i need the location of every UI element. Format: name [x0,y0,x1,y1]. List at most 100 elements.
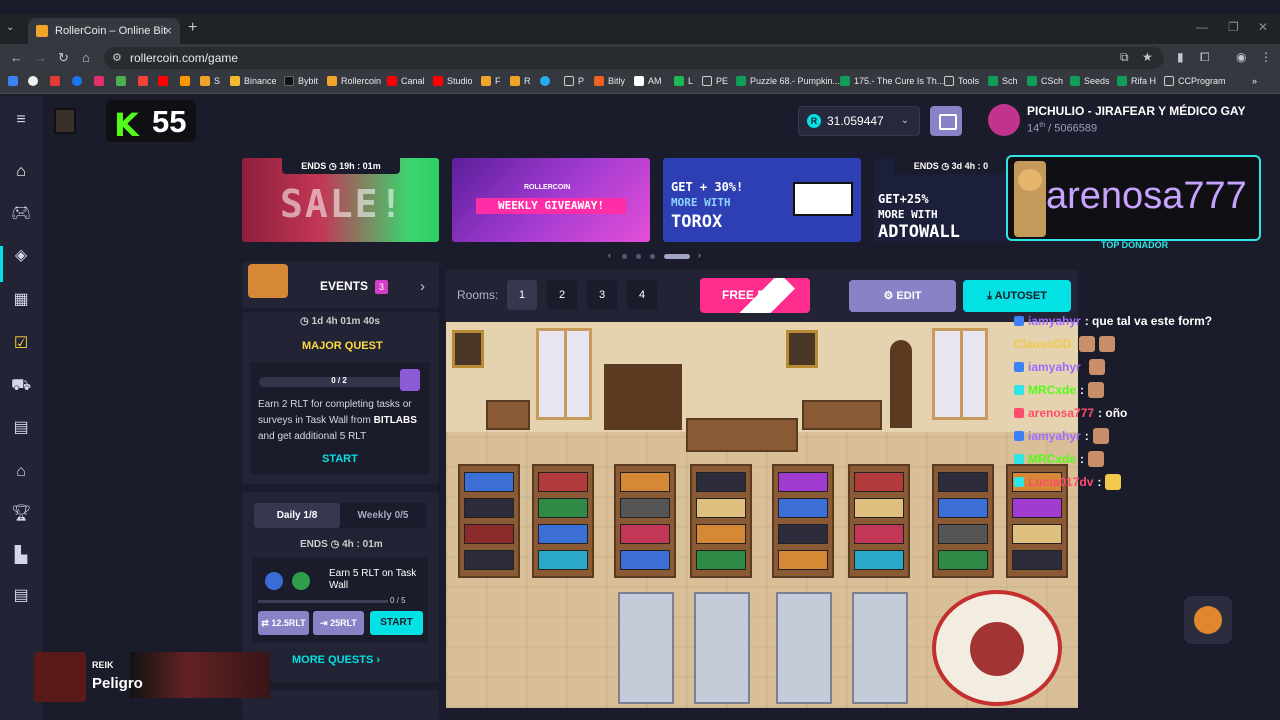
quest-start-button[interactable]: START [322,453,358,465]
miner-rack[interactable] [772,464,834,578]
bookmark-folder[interactable]: PE [702,76,728,86]
pager-dot[interactable] [650,254,655,259]
more-quests-link[interactable]: MORE QUESTS › [292,654,380,666]
room-4-button[interactable]: 4 [627,280,657,310]
giveaway-banner[interactable]: ROLLERCOIN WEEKLY GIVEAWAY! [452,158,650,242]
miner[interactable] [696,472,746,492]
pager-dot[interactable] [622,254,627,259]
miner[interactable] [854,524,904,544]
home-icon[interactable]: ⌂ [82,50,90,65]
user-name[interactable]: PICHULIO - JIRAFEAR Y MÉDICO GAY [1027,104,1245,118]
extension-icon[interactable]: ▮ [1177,50,1184,64]
calendar-icon[interactable]: ▦ [11,290,31,310]
factory-icon[interactable]: ▙ [11,546,31,566]
back-icon[interactable]: ← [10,50,23,65]
miner[interactable] [938,472,988,492]
miner[interactable] [620,472,670,492]
pager-dot[interactable] [636,254,641,259]
miner[interactable] [538,550,588,570]
bookmark-apps-icon[interactable] [8,76,22,86]
bookmark-item[interactable]: F [481,76,501,86]
adtowall-banner[interactable]: ENDS ◷ 3d 4h : 0 GET+25% MORE WITH ADTOW… [874,158,1008,242]
miner[interactable] [778,498,828,518]
bookmark-icon[interactable] [116,76,130,86]
bookmark-item[interactable]: Binance [230,76,277,86]
edit-room-button[interactable]: ⚙ EDIT [849,280,956,312]
bookmark-telegram-icon[interactable] [540,76,554,86]
task-start-button[interactable]: START [370,611,423,635]
miner-rack[interactable] [848,464,910,578]
bookmark-item[interactable]: S [200,76,220,86]
bookmark-item[interactable]: Rifa H [1117,76,1156,86]
miner[interactable] [696,550,746,570]
miner[interactable] [464,472,514,492]
miner[interactable] [778,550,828,570]
reload-icon[interactable]: ↻ [58,50,69,66]
bookmark-item[interactable]: Puzzle 68.- Pumpkin... [736,76,840,86]
miner[interactable] [854,498,904,518]
extensions-puzzle-icon[interactable]: ⧠ [1200,50,1210,65]
miner[interactable] [938,498,988,518]
miner-rack[interactable] [852,592,908,704]
bookmark-item[interactable]: Rollercoin [327,76,381,86]
miner[interactable] [778,472,828,492]
miner[interactable] [938,524,988,544]
miner-rack[interactable] [458,464,520,578]
autoset-button[interactable]: ⤓ AUTOSET [963,280,1071,312]
site-info-icon[interactable]: ⚙ [112,47,122,69]
bookmark-item[interactable]: R [510,76,531,86]
maximize-icon[interactable]: ❐ [1228,20,1239,34]
bookmark-item[interactable]: Sch [988,76,1018,86]
bookmark-item[interactable]: Canal [387,76,425,86]
marketplace-cart-icon[interactable]: ⛟ [11,376,31,396]
user-avatar[interactable] [988,104,1020,136]
player-avatar[interactable] [54,108,76,134]
bookmark-item[interactable]: Bitly [594,76,625,86]
miner-rack[interactable] [532,464,594,578]
pager-dot-active[interactable] [664,254,690,259]
chevron-left-icon[interactable]: ‹ [608,250,611,260]
room-2-button[interactable]: 2 [547,280,577,310]
miner[interactable] [620,498,670,518]
forward-icon[interactable]: → [34,50,47,65]
bookmark-instagram-icon[interactable] [94,76,108,86]
miner[interactable] [464,550,514,570]
room-3-button[interactable]: 3 [587,280,617,310]
close-window-icon[interactable]: ✕ [1258,20,1268,34]
support-fox-button[interactable] [1184,596,1232,644]
rlt-coin-icon[interactable]: ◈ [11,246,31,266]
bookmark-item[interactable]: AM [634,76,662,86]
home-icon[interactable]: ⌂ [11,162,31,182]
close-tab-icon[interactable]: × [164,23,172,38]
chevron-right-icon[interactable]: › [698,250,701,260]
miner[interactable] [538,524,588,544]
miner[interactable] [1012,550,1062,570]
miner[interactable] [854,550,904,570]
miner[interactable] [778,524,828,544]
miner[interactable] [538,498,588,518]
url-field[interactable]: ⚙ rollercoin.com/game [104,47,1164,69]
trophy-icon[interactable]: 🏆︎ [11,504,31,524]
miner-rack[interactable] [614,464,676,578]
miner-rack[interactable] [694,592,750,704]
bookmark-icon[interactable] [50,76,64,86]
bookmark-item[interactable]: Studio [433,76,473,86]
storage-icon[interactable]: ▤ [11,418,31,438]
bookmark-youtube-icon[interactable] [158,76,172,86]
pay-12-5-rlt-button[interactable]: ⇄ 12.5RLT [258,611,309,635]
sale-banner[interactable]: ENDS ◷ 19h : 01m SALE! [242,158,439,242]
miner[interactable] [464,498,514,518]
bookmark-item[interactable]: Bybit [284,76,318,86]
menu-icon[interactable]: ≡ [11,110,31,130]
profile-avatar-icon[interactable]: ◉ [1236,50,1246,64]
browser-tab[interactable]: RollerCoin – Online Bitcoin Mi × [28,18,180,44]
minimize-icon[interactable]: — [1196,20,1208,34]
tab-weekly[interactable]: Weekly 0/5 [340,503,426,528]
bookmark-folder[interactable]: P [564,76,584,86]
balance-selector[interactable]: R 31.059447 ⌄ [798,106,920,136]
new-tab-icon[interactable]: + [188,19,197,37]
bookmark-item[interactable]: Seeds [1070,76,1110,86]
more-bookmarks-icon[interactable]: » [1252,76,1257,86]
games-controller-icon[interactable]: 🎮︎ [11,204,31,224]
tab-search-icon[interactable]: ⌄ [6,22,14,33]
